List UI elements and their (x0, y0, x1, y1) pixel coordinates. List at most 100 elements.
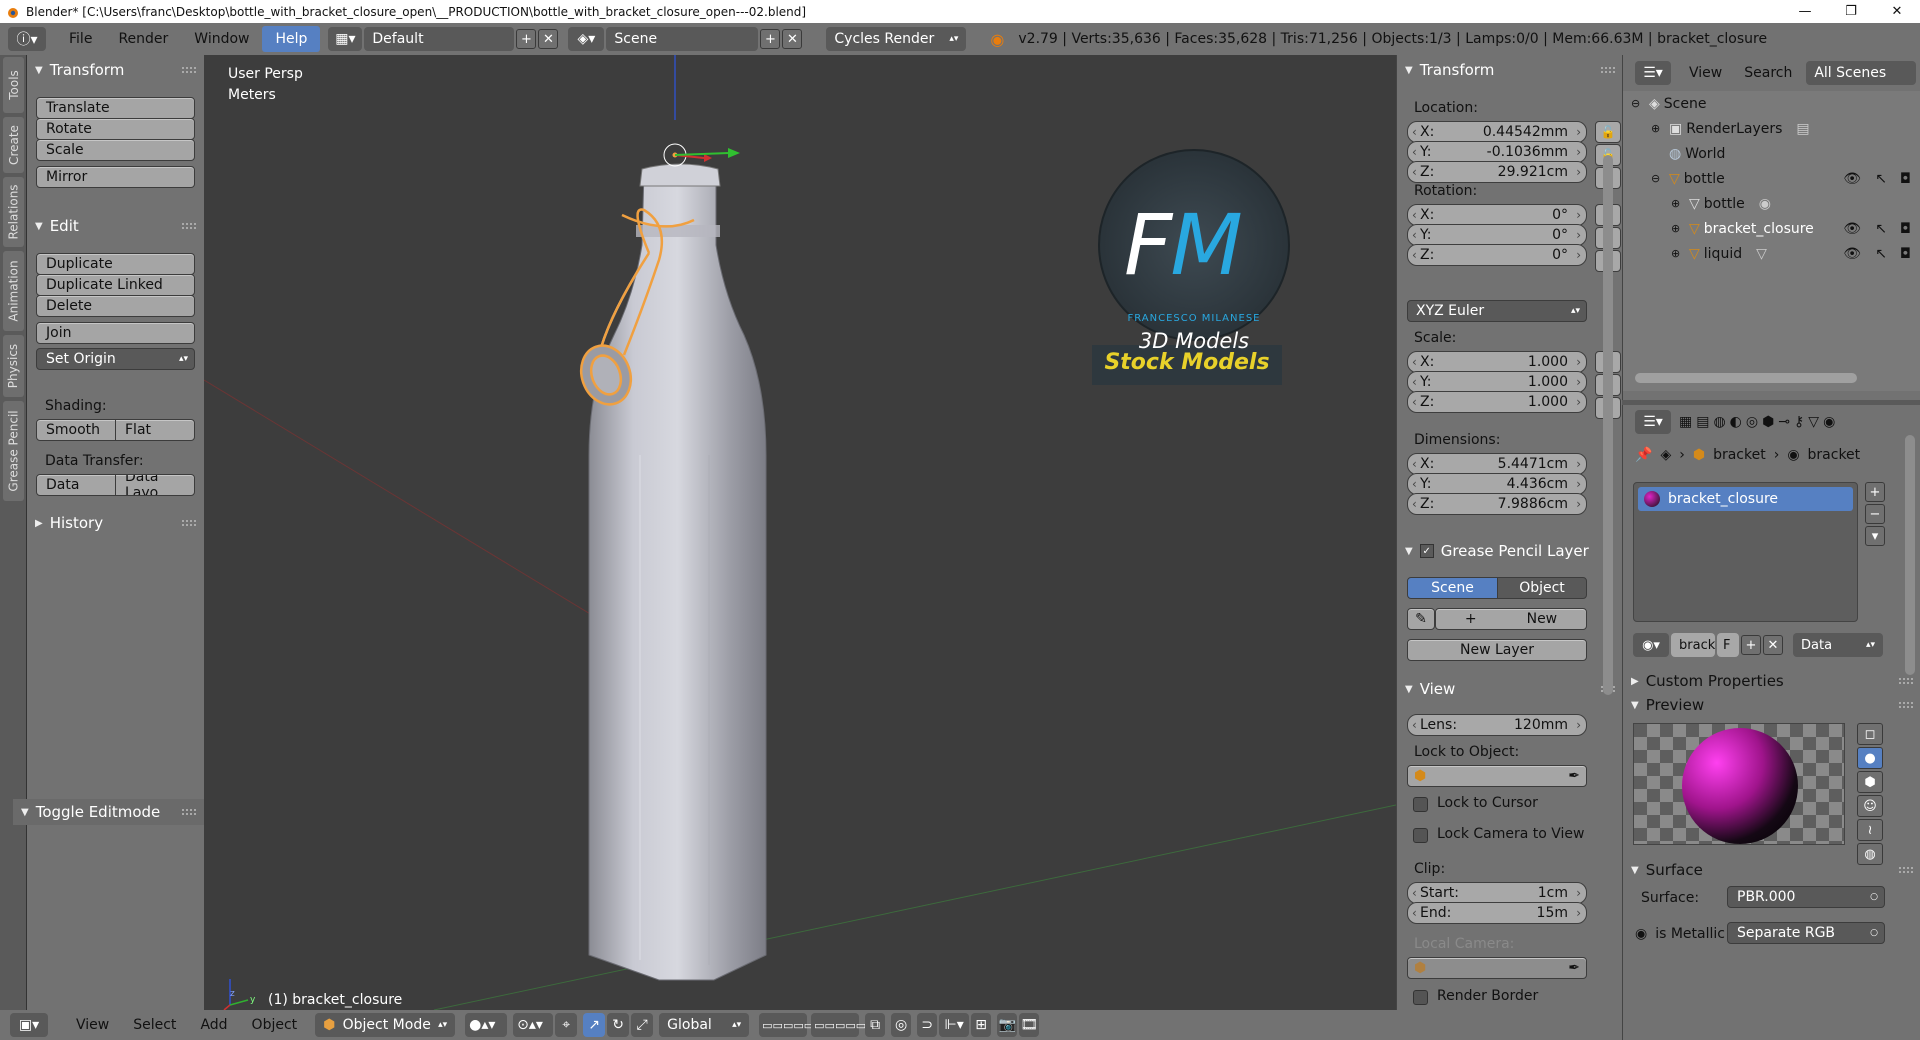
tab-physics[interactable]: Physics (3, 335, 24, 397)
scene-field[interactable]: Scene (606, 27, 759, 51)
snap-element-icon[interactable]: ⊩▾ (939, 1013, 970, 1037)
mirror-button[interactable]: Mirror (36, 166, 195, 188)
outliner-view-menu[interactable]: View (1689, 65, 1722, 81)
drag-grip-icon[interactable] (182, 520, 196, 526)
rotation-z-field[interactable]: Z: 0° (1407, 244, 1587, 266)
socket-link-icon[interactable]: ◉ (1635, 926, 1647, 942)
drag-grip-icon[interactable] (1899, 678, 1913, 684)
drag-grip-icon[interactable] (1601, 67, 1615, 73)
location-y-field[interactable]: Y: -0.1036mm (1407, 141, 1587, 163)
render-engine-dropdown[interactable]: Cycles Render ▴▾ (826, 27, 967, 51)
new-material-icon[interactable]: + (1741, 635, 1761, 655)
history-panel-header[interactable]: ▶ History (27, 510, 204, 536)
add-slot-icon[interactable]: + (1865, 482, 1885, 502)
drag-grip-icon[interactable] (182, 223, 196, 229)
cursor-select-icon[interactable]: ↖ (1875, 171, 1887, 187)
dimensions-z-field[interactable]: Z: 7.9886cm (1407, 493, 1587, 515)
new-grease-button[interactable]: + New (1435, 608, 1587, 630)
join-button[interactable]: Join (36, 322, 195, 344)
proportional-edit-icon[interactable]: ◎ (891, 1013, 912, 1037)
eye-icon[interactable]: 👁 (1843, 171, 1861, 187)
viewport-shading-dropdown[interactable]: ●▴▾ (465, 1013, 508, 1037)
new-layer-button[interactable]: New Layer (1407, 639, 1587, 661)
slot-menu-icon[interactable]: ▾ (1865, 526, 1885, 546)
location-z-field[interactable]: Z: 29.921cm (1407, 161, 1587, 183)
display-mode-dropdown[interactable]: All Scenes (1806, 61, 1917, 85)
link-dropdown[interactable]: Data ▴▾ (1793, 633, 1883, 657)
preview-header[interactable]: ▼ Preview (1623, 692, 1920, 718)
duplicate-button[interactable]: Duplicate (36, 253, 195, 275)
lens-field[interactable]: Lens: 120mm (1407, 714, 1587, 736)
hair-preview-icon[interactable]: ≀ (1857, 819, 1883, 841)
layers-grid-a[interactable]: ▭▭▭▭▭ (759, 1013, 814, 1037)
render-camera-icon[interactable]: ◘ (1900, 221, 1911, 237)
object-menu[interactable]: Object (240, 1017, 310, 1033)
drag-grip-icon[interactable] (182, 67, 196, 73)
lock-camera-checkbox[interactable] (1413, 828, 1428, 843)
unlink-material-icon[interactable]: ✕ (1763, 635, 1783, 655)
scale-y-field[interactable]: Y: 1.000 (1407, 371, 1587, 393)
expand-icon[interactable]: ⊕ (1671, 197, 1685, 210)
expand-icon[interactable]: ⊕ (1671, 222, 1685, 235)
outliner-row-liquid[interactable]: ⊕ ▽ liquid ▽ 👁 ↖ ◘ (1623, 241, 1920, 266)
grease-scene-toggle[interactable]: Scene (1407, 577, 1498, 599)
is-metallic-input-selector[interactable]: Separate RGB ○ (1727, 922, 1885, 944)
pencil-icon[interactable]: ✎ (1407, 608, 1435, 630)
dimensions-x-field[interactable]: X: 5.4471cm (1407, 453, 1587, 475)
tab-grease-pencil[interactable]: Grease Pencil (3, 401, 24, 501)
smooth-button[interactable]: Smooth (36, 419, 116, 441)
n-panel-scrollbar[interactable] (1603, 155, 1613, 695)
set-origin-dropdown[interactable]: Set Origin ▴▾ (36, 348, 195, 370)
rotate-button[interactable]: Rotate (36, 118, 195, 140)
add-layout-icon[interactable]: + (516, 29, 537, 49)
expand-icon[interactable]: ⊕ (1671, 247, 1685, 260)
material-browse-icon[interactable]: ◉▾ (1633, 633, 1669, 657)
menu-help[interactable]: Help (262, 26, 321, 52)
maximize-button[interactable]: ❐ (1828, 0, 1874, 23)
grease-object-toggle[interactable]: Object (1497, 577, 1587, 599)
cursor-select-icon[interactable]: ↖ (1875, 221, 1887, 237)
outliner-editor-type-icon[interactable]: ☰▾ (1635, 61, 1671, 85)
select-menu[interactable]: Select (121, 1017, 188, 1033)
material-slots-list[interactable]: bracket_closure (1633, 482, 1858, 622)
manipulator-toggle-icon[interactable]: ⌖ (555, 1013, 578, 1037)
eye-icon[interactable]: 👁 (1843, 221, 1861, 237)
local-camera-field[interactable]: ⬢ ✒ (1407, 957, 1587, 979)
add-scene-icon[interactable]: + (760, 29, 781, 49)
outliner-h-scrollbar[interactable] (1635, 373, 1857, 383)
render-camera-icon[interactable]: ◘ (1900, 246, 1911, 262)
drag-grip-icon[interactable] (1899, 867, 1913, 873)
bottle-model[interactable] (588, 163, 767, 981)
custom-properties-header[interactable]: ▶ Custom Properties (1623, 668, 1920, 694)
fake-user-button[interactable]: F (1717, 633, 1739, 657)
opengl-animation-icon[interactable]: 🎞 (1019, 1013, 1040, 1037)
grease-pencil-layer-header[interactable]: ▼ ✓ Grease Pencil Layer (1397, 538, 1623, 564)
view-panel-header[interactable]: ▼ View (1397, 676, 1623, 702)
3d-viewport[interactable]: User Persp Meters z y (1) bracket_closur… (204, 55, 1396, 1010)
remove-slot-icon[interactable]: − (1865, 504, 1885, 524)
edit-panel-header[interactable]: ▼ Edit (27, 213, 204, 239)
rotation-y-field[interactable]: Y: 0° (1407, 224, 1587, 246)
translate-button[interactable]: Translate (36, 97, 195, 119)
menu-window[interactable]: Window (181, 26, 262, 52)
cube-preview-icon[interactable]: ⬢ (1857, 771, 1883, 793)
transform-panel-header[interactable]: ▼ Transform (27, 57, 204, 83)
flat-button[interactable]: Flat (115, 419, 195, 441)
context-tabs-icons[interactable]: ▦▤◍◐◎⬢⊸⚷▽◉ (1679, 414, 1839, 430)
flat-preview-icon[interactable]: ◻ (1857, 723, 1883, 745)
location-x-field[interactable]: X: 0.44542mm (1407, 121, 1587, 143)
orientation-dropdown[interactable]: Global ▴▾ (659, 1013, 750, 1037)
rotation-mode-dropdown[interactable]: XYZ Euler ▴▾ (1407, 300, 1587, 322)
monkey-preview-icon[interactable]: ☺ (1857, 795, 1883, 817)
scale-x-field[interactable]: X: 1.000 (1407, 351, 1587, 373)
outliner-row-bottle-mesh[interactable]: ⊕ ▽ bottle ◉ (1623, 191, 1920, 216)
rotate-manipulator-icon[interactable]: ↻ (607, 1013, 630, 1037)
rotation-x-field[interactable]: X: 0° (1407, 204, 1587, 226)
snap-target-icon[interactable]: ⊞ (971, 1013, 992, 1037)
lock-icon[interactable]: 🔓 (1595, 121, 1621, 143)
remove-layout-icon[interactable]: ✕ (538, 29, 559, 49)
screen-layout-icon[interactable]: ▦▾ (328, 27, 363, 51)
layers-grid-b[interactable]: ▭▭▭▭▭ (811, 1013, 866, 1037)
cursor-select-icon[interactable]: ↖ (1875, 246, 1887, 262)
tab-create[interactable]: Create (3, 117, 24, 173)
